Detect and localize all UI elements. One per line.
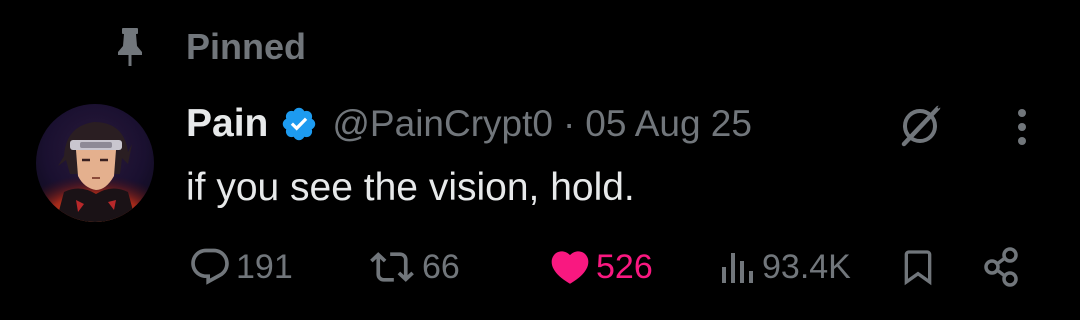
repost-icon [366, 245, 418, 289]
reply-icon [188, 245, 232, 289]
author-handle[interactable]: @PainCrypt0 [332, 103, 553, 145]
like-button[interactable]: 526 [548, 244, 653, 290]
action-bar: 191 66 526 93.4K [0, 244, 1080, 290]
author-display-name[interactable]: Pain [186, 102, 268, 146]
share-button[interactable] [980, 244, 1024, 290]
bookmark-icon [898, 245, 938, 289]
tweet-header: Pain @PainCrypt0 · 05 Aug 25 [186, 98, 752, 150]
pinned-label: Pinned [186, 26, 307, 67]
repost-count: 66 [422, 247, 460, 286]
views-button[interactable]: 93.4K [718, 244, 851, 290]
views-count: 93.4K [762, 247, 851, 286]
pinned-indicator: Pinned [112, 24, 306, 70]
heart-filled-icon [548, 245, 592, 289]
views-chart-icon [718, 245, 758, 289]
more-options-icon[interactable] [1004, 104, 1040, 150]
reply-count: 191 [236, 247, 293, 286]
avatar[interactable] [36, 104, 154, 222]
pin-icon [112, 24, 148, 70]
tweet-text: if you see the vision, hold. [186, 166, 635, 209]
reply-button[interactable]: 191 [188, 244, 293, 290]
post-date[interactable]: 05 Aug 25 [585, 103, 752, 145]
like-count: 526 [596, 247, 653, 286]
bookmark-button[interactable] [898, 244, 938, 290]
grok-icon[interactable] [896, 100, 946, 150]
separator-dot: · [562, 103, 576, 144]
share-icon [980, 245, 1024, 289]
repost-button[interactable]: 66 [366, 244, 460, 290]
verified-badge-icon[interactable] [280, 105, 318, 143]
